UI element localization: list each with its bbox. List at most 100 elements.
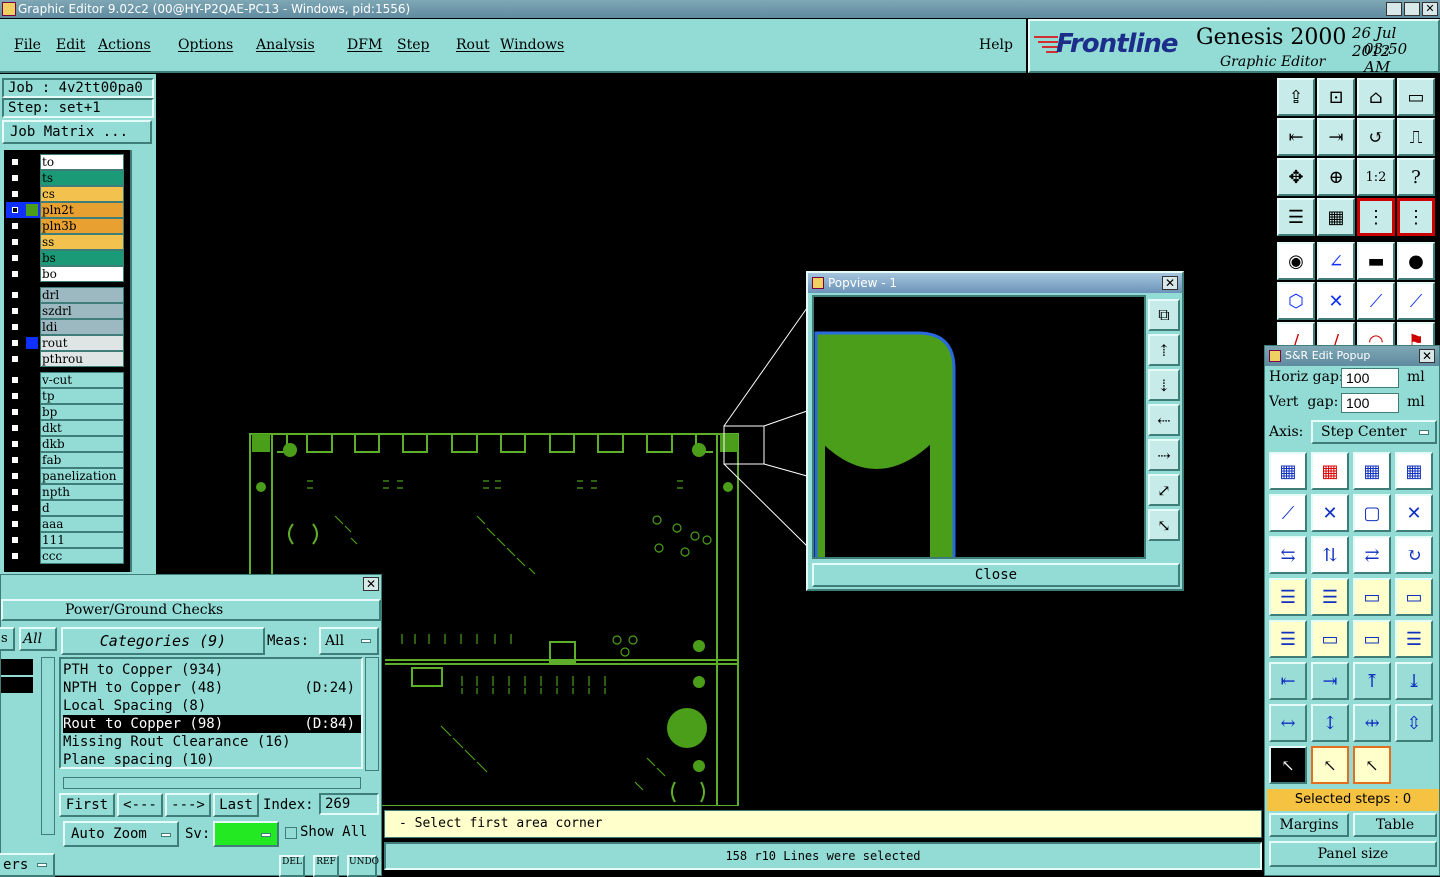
ref-button[interactable]: REF bbox=[313, 855, 339, 877]
layer-row-szdrl[interactable]: szdrl bbox=[6, 303, 124, 319]
sr-select-icon[interactable]: ↖ bbox=[1269, 746, 1307, 784]
last-button[interactable]: Last bbox=[213, 793, 259, 817]
menu-step[interactable]: Step bbox=[397, 37, 429, 53]
sr-grid-4x3-icon[interactable]: ▦ bbox=[1395, 452, 1433, 490]
layer-checkbox[interactable] bbox=[10, 407, 20, 417]
sr-expand-v-icon[interactable]: ↕ bbox=[1311, 704, 1349, 742]
layer-checkbox[interactable] bbox=[10, 221, 20, 231]
undo-view-icon[interactable]: ↺ bbox=[1357, 118, 1395, 156]
scale-1-2-icon[interactable]: 1:2 bbox=[1357, 158, 1395, 196]
axis-dropdown[interactable]: Step Center bbox=[1311, 420, 1437, 444]
sr-align-center-icon[interactable]: ☰ bbox=[1311, 578, 1349, 616]
pv-pan-left-icon[interactable]: ⇠ bbox=[1148, 404, 1180, 436]
layer-row-ss[interactable]: ss bbox=[6, 234, 124, 250]
close-icon[interactable]: ✕ bbox=[1422, 2, 1438, 16]
sr-shrink-v-icon[interactable]: ⇳ bbox=[1395, 704, 1433, 742]
zoom-home-icon[interactable]: ⊕ bbox=[1317, 158, 1355, 196]
layer-row-aaa[interactable]: aaa bbox=[6, 516, 124, 532]
sr-distribute-h-icon[interactable]: ▭ bbox=[1353, 578, 1391, 616]
layer-row-pln2t[interactable]: pln2t bbox=[6, 202, 124, 218]
sr-stack-v-icon[interactable]: ☰ bbox=[1269, 620, 1307, 658]
sr-delete-icon[interactable]: ✕ bbox=[1395, 494, 1433, 532]
sr-distribute-v-icon[interactable]: ▭ bbox=[1395, 578, 1433, 616]
job-matrix-button[interactable]: Job Matrix ... bbox=[2, 120, 152, 144]
meas-dropdown[interactable]: All bbox=[319, 627, 379, 655]
layer-row-bs[interactable]: bs bbox=[6, 250, 124, 266]
pv-zoom-in-icon[interactable]: ⤢ bbox=[1148, 474, 1180, 506]
layer-row-tp[interactable]: tp bbox=[6, 388, 124, 404]
layer-checkbox[interactable] bbox=[10, 535, 20, 545]
table-button[interactable]: Table bbox=[1353, 813, 1437, 837]
sr-grid-2x3-icon[interactable]: ▦ bbox=[1269, 452, 1307, 490]
pv-pan-right-icon[interactable]: ⇢ bbox=[1148, 439, 1180, 471]
layer-row-dkb[interactable]: dkb bbox=[6, 436, 124, 452]
all-tab[interactable]: All bbox=[19, 627, 57, 651]
layer-row-d[interactable]: d bbox=[6, 500, 124, 516]
layer-row-ts[interactable]: ts bbox=[6, 170, 124, 186]
menu-analysis[interactable]: Analysis bbox=[256, 37, 315, 53]
properties-icon[interactable]: ☰ bbox=[1277, 198, 1315, 236]
sr-spread-v-icon[interactable]: ☰ bbox=[1395, 620, 1433, 658]
window-split-icon[interactable]: ▭ bbox=[1397, 78, 1435, 116]
layer-checkbox[interactable] bbox=[10, 189, 20, 199]
cross-icon[interactable]: ✕ bbox=[1317, 282, 1355, 320]
layer-row-npth[interactable]: npth bbox=[6, 484, 124, 500]
menu-file[interactable]: File bbox=[14, 37, 41, 53]
sr-snap-bottom-icon[interactable]: ⤓ bbox=[1395, 662, 1433, 700]
maximize-icon[interactable] bbox=[1404, 2, 1420, 16]
category-item[interactable]: NPTH to Copper (48) (D:24) bbox=[63, 679, 361, 697]
layer-checkbox[interactable] bbox=[10, 173, 20, 183]
layer-checkbox[interactable] bbox=[10, 503, 20, 513]
sr-spread-h-icon[interactable]: ▭ bbox=[1353, 620, 1391, 658]
index-input[interactable] bbox=[319, 793, 379, 815]
popview-canvas[interactable] bbox=[812, 295, 1146, 561]
layer-row-pln3b[interactable]: pln3b bbox=[6, 218, 124, 234]
menu-actions[interactable]: Actions bbox=[98, 37, 151, 53]
layer-row-drl[interactable]: drl bbox=[6, 287, 124, 303]
layer-checkbox[interactable] bbox=[10, 290, 20, 300]
sr-grid-alt-icon[interactable]: ▦ bbox=[1353, 452, 1391, 490]
popview-close-icon[interactable]: ✕ bbox=[1162, 276, 1178, 290]
sr-snap-top-icon[interactable]: ⤒ bbox=[1353, 662, 1391, 700]
home-icon[interactable]: ⌂ bbox=[1357, 78, 1395, 116]
pg-left-scrollbar[interactable] bbox=[41, 657, 55, 835]
layer-row-panelization[interactable]: panelization bbox=[6, 468, 124, 484]
category-item[interactable]: Local Spacing (8) bbox=[63, 697, 361, 715]
pad-icon[interactable]: ● bbox=[1397, 242, 1435, 280]
pg-tab-prev[interactable]: s bbox=[0, 627, 15, 651]
grid-icon[interactable]: ▦ bbox=[1317, 198, 1355, 236]
category-hscrollbar[interactable] bbox=[63, 777, 361, 789]
sr-snap-right-icon[interactable]: ⇥ bbox=[1311, 662, 1349, 700]
layer-row-v-cut[interactable]: v-cut bbox=[6, 372, 124, 388]
pg-close-icon[interactable]: ✕ bbox=[363, 577, 379, 591]
snap-icon[interactable]: ⎍ bbox=[1397, 118, 1435, 156]
layer-checkbox[interactable] bbox=[10, 519, 20, 529]
bottom-left-dropdown[interactable]: ers bbox=[0, 853, 55, 877]
layer-row-bo[interactable]: bo bbox=[6, 266, 124, 282]
open-step-icon[interactable]: ⇪ bbox=[1277, 78, 1315, 116]
layer-row-dkt[interactable]: dkt bbox=[6, 420, 124, 436]
layer-checkbox[interactable] bbox=[10, 487, 20, 497]
save-icon[interactable]: ⊡ bbox=[1317, 78, 1355, 116]
del-button[interactable]: DEL bbox=[279, 855, 305, 877]
sr-copy-icon[interactable]: ▢ bbox=[1353, 494, 1391, 532]
margins-button[interactable]: Margins bbox=[1269, 813, 1349, 837]
sr-shrink-h-icon[interactable]: ⇹ bbox=[1353, 704, 1391, 742]
sr-stack-h-icon[interactable]: ▭ bbox=[1311, 620, 1349, 658]
first-button[interactable]: First bbox=[59, 793, 115, 817]
layer-checkbox[interactable] bbox=[10, 354, 20, 364]
horiz-gap-input[interactable] bbox=[1341, 368, 1399, 388]
sr-move-icon[interactable]: ⟋ bbox=[1269, 494, 1307, 532]
ruler-icon[interactable]: ▬ bbox=[1357, 242, 1395, 280]
layer-checkbox[interactable] bbox=[10, 205, 20, 215]
prev-button[interactable]: <--- bbox=[117, 793, 163, 817]
layer-checkbox[interactable] bbox=[10, 423, 20, 433]
sr-mirror-h-icon[interactable]: ⇆ bbox=[1269, 536, 1307, 574]
layer-row-ldi[interactable]: ldi bbox=[6, 319, 124, 335]
minimize-icon[interactable] bbox=[1386, 2, 1402, 16]
sr-expand-h-icon[interactable]: ↔ bbox=[1269, 704, 1307, 742]
layer-checkbox[interactable] bbox=[10, 237, 20, 247]
menu-dfm[interactable]: DFM bbox=[347, 37, 382, 53]
layer-checkbox[interactable] bbox=[10, 338, 20, 348]
feature-select-icon[interactable]: ◉ bbox=[1277, 242, 1315, 280]
